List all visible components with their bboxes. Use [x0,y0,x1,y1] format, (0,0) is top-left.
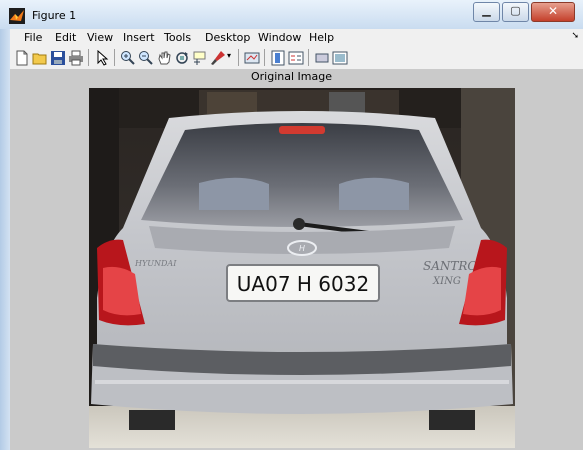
window-title: Figure 1 [32,9,77,22]
brush-icon[interactable] [210,50,226,66]
minimize-button[interactable]: ▁ [473,2,500,22]
zoom-in-icon[interactable] [120,50,136,66]
menu-insert[interactable]: Insert [123,31,155,44]
save-icon[interactable] [50,50,66,66]
window-controls: ▁ ▢ ✕ [471,2,575,22]
menu-view[interactable]: View [87,31,113,44]
close-icon: ✕ [547,4,559,18]
new-figure-icon[interactable] [14,50,30,66]
model-badge: SANTRO [423,259,477,273]
rotate-3d-icon[interactable] [174,50,190,66]
pointer-icon[interactable] [94,50,110,66]
toolbar-separator [114,49,115,66]
brush-dropdown-icon[interactable]: ▾ [227,51,231,60]
data-cursor-icon[interactable] [192,50,208,66]
menubar-overflow-icon[interactable]: ➘ [571,31,579,41]
menu-help[interactable]: Help [309,31,334,44]
show-plot-tools-icon[interactable] [332,50,348,66]
toolbar-separator [264,49,265,66]
minimize-icon: ▁ [482,4,491,17]
menu-tools[interactable]: Tools [164,31,191,44]
maximize-button[interactable]: ▢ [502,2,529,22]
toolbar-separator [238,49,239,66]
colorbar-icon[interactable] [270,50,286,66]
legend-icon[interactable] [288,50,304,66]
toolbar-separator [88,49,89,66]
axes-title: Original Image [251,70,332,83]
figure-toolbar: ▾ [10,46,583,70]
pan-icon[interactable] [156,50,172,66]
toolbar-separator [308,49,309,66]
open-file-icon[interactable] [32,50,48,66]
link-plot-icon[interactable] [244,50,260,66]
hide-plot-tools-icon[interactable] [314,50,330,66]
zoom-out-icon[interactable] [138,50,154,66]
matlab-icon [9,8,25,24]
svg-text:H: H [299,244,305,253]
close-button[interactable]: ✕ [531,2,575,22]
license-plate-text: UA07 H 6032 [237,272,369,296]
model-sub-badge: XING [432,276,461,287]
window-border [0,29,10,450]
left-badge: HYUNDAI [134,259,177,268]
menu-window[interactable]: Window [258,31,301,44]
menu-file[interactable]: File [24,31,42,44]
menu-desktop[interactable]: Desktop [205,31,250,44]
menu-edit[interactable]: Edit [55,31,76,44]
figure-window: Figure 1 ▁ ▢ ✕ File Edit View Insert Too… [0,0,583,450]
car-rear-photo: H HYUNDAI SANTRO XING UA07 H 6032 [89,88,515,448]
title-bar[interactable]: Figure 1 ▁ ▢ ✕ [0,0,583,29]
menu-bar: File Edit View Insert Tools Desktop Wind… [10,29,583,46]
print-icon[interactable] [68,50,84,66]
maximize-icon: ▢ [510,4,521,17]
